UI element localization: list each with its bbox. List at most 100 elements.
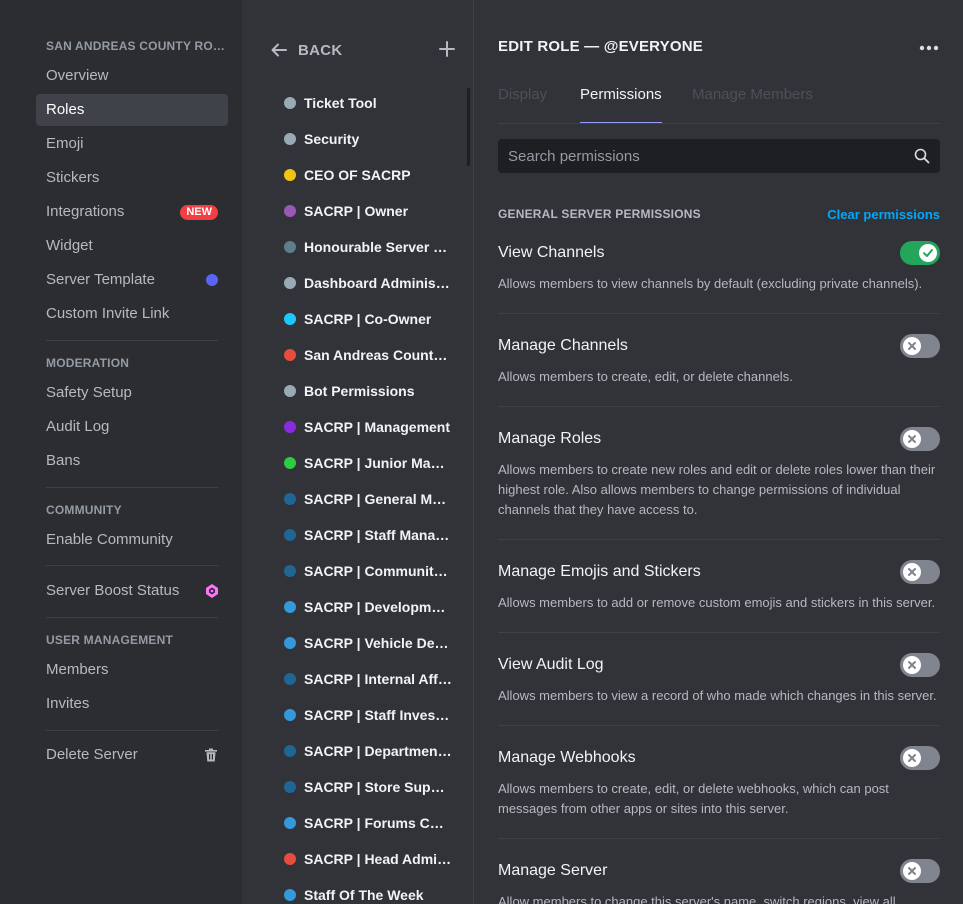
tab-display[interactable]: Display	[498, 86, 547, 124]
role-color-dot	[284, 637, 296, 649]
back-button[interactable]: BACK	[270, 38, 343, 62]
role-color-dot	[284, 709, 296, 721]
server-name-header: SAN ANDREAS COUNTY ROLEPLAY	[46, 39, 226, 53]
role-item[interactable]: SACRP | Store Support	[284, 772, 452, 802]
new-badge: NEW	[180, 205, 218, 220]
x-icon	[908, 754, 916, 762]
role-color-dot	[284, 313, 296, 325]
sidebar-item-audit-log[interactable]: Audit Log	[36, 411, 228, 443]
permission-toggle[interactable]	[900, 241, 940, 265]
roles-panel: BACK Ticket Tool Security CEO OF SACRP SACR…	[242, 0, 474, 904]
role-item[interactable]: San Andreas County Roleplay	[284, 340, 452, 370]
role-name: Security	[304, 131, 360, 147]
permission-name: View Channels	[498, 244, 605, 261]
sidebar-item-delete-server[interactable]: Delete Server	[36, 739, 228, 771]
role-name: SACRP | Forums Coordinator	[304, 815, 452, 831]
role-item[interactable]: Bot Permissions	[284, 376, 452, 406]
role-name: Ticket Tool	[304, 95, 377, 111]
clear-permissions-link[interactable]: Clear permissions	[827, 207, 940, 222]
role-color-dot	[284, 673, 296, 685]
role-item[interactable]: SACRP | Vehicle Developer	[284, 628, 452, 658]
role-color-dot	[284, 601, 296, 613]
sidebar-item-label: Delete Server	[46, 746, 138, 763]
role-item[interactable]: SACRP | Community Manager	[284, 556, 452, 586]
role-item[interactable]: SACRP | Staff Investigator	[284, 700, 452, 730]
tab-permissions[interactable]: Permissions	[580, 86, 662, 124]
permission-toggle[interactable]	[900, 859, 940, 883]
sidebar-item-integrations[interactable]: Integrations NEW	[36, 196, 228, 228]
role-name: Staff Of The Week	[304, 887, 424, 903]
permission-name: Manage Channels	[498, 337, 628, 354]
sidebar-item-label: Overview	[46, 67, 109, 84]
role-item[interactable]: CEO OF SACRP	[284, 160, 452, 190]
role-item[interactable]: Honourable Server Owner	[284, 232, 452, 262]
role-item[interactable]: SACRP | Management	[284, 412, 452, 442]
sidebar-item-emoji[interactable]: Emoji	[36, 128, 228, 160]
sidebar-item-bans[interactable]: Bans	[36, 445, 228, 477]
role-name: SACRP | Management	[304, 419, 451, 435]
role-item[interactable]: SACRP | Forums Coordinator	[284, 808, 452, 838]
sidebar-item-label: Widget	[46, 237, 93, 254]
permission-description: Allows members to add or remove custom e…	[498, 595, 936, 610]
more-options-icon[interactable]	[918, 40, 940, 56]
role-item[interactable]: SACRP | Co-Owner	[284, 304, 452, 334]
x-icon	[908, 867, 916, 875]
role-name: Bot Permissions	[304, 383, 415, 399]
plus-icon[interactable]	[438, 40, 456, 58]
permission-toggle[interactable]	[900, 746, 940, 770]
sidebar-item-custom-invite-link[interactable]: Custom Invite Link	[36, 298, 228, 330]
tab-manage-members[interactable]: Manage Members	[692, 86, 813, 124]
permission-toggle[interactable]	[900, 334, 940, 358]
permission-divider	[498, 406, 940, 407]
role-item[interactable]: SACRP | Owner	[284, 196, 452, 226]
sidebar-divider	[46, 617, 218, 618]
role-item[interactable]: SACRP | Junior Management	[284, 448, 452, 478]
sidebar-item-members[interactable]: Members	[36, 654, 228, 686]
role-name: SACRP | Head Administrator	[304, 851, 452, 867]
role-item[interactable]: Ticket Tool	[284, 88, 452, 118]
sidebar-divider	[46, 565, 218, 566]
role-name: SACRP | Co-Owner	[304, 311, 432, 327]
role-item[interactable]: Security	[284, 124, 452, 154]
role-item[interactable]: SACRP | Head Administrator	[284, 844, 452, 874]
role-item[interactable]: SACRP | Development	[284, 592, 452, 622]
role-color-dot	[284, 781, 296, 793]
sidebar-item-label: Invites	[46, 695, 90, 712]
role-name: Honourable Server Owner	[304, 239, 452, 255]
permission-divider	[498, 632, 940, 633]
role-item[interactable]: SACRP | Staff Manager	[284, 520, 452, 550]
sidebar-item-safety-setup[interactable]: Safety Setup	[36, 377, 228, 409]
sidebar-item-invites[interactable]: Invites	[36, 688, 228, 720]
sidebar-item-enable-community[interactable]: Enable Community	[36, 524, 228, 556]
permission-description: Allow members to change this server's na…	[498, 894, 896, 904]
permission-toggle[interactable]	[900, 560, 940, 584]
sidebar-item-widget[interactable]: Widget	[36, 230, 228, 262]
role-item[interactable]: SACRP | Department Head	[284, 736, 452, 766]
sidebar-item-label: Integrations	[46, 203, 125, 220]
search-input[interactable]	[498, 139, 898, 173]
sidebar-item-overview[interactable]: Overview	[36, 60, 228, 92]
sidebar-item-label: Roles	[46, 101, 85, 118]
tabs-divider	[498, 123, 940, 124]
permission-divider	[498, 539, 940, 540]
role-color-dot	[284, 889, 296, 901]
permission-toggle[interactable]	[900, 427, 940, 451]
search-box[interactable]	[498, 139, 940, 173]
role-color-dot	[284, 133, 296, 145]
role-item[interactable]: SACRP | General Manager	[284, 484, 452, 514]
role-item[interactable]: Staff Of The Week	[284, 880, 452, 904]
sidebar-item-label: Members	[46, 661, 109, 678]
sidebar-item-server-boost-status[interactable]: Server Boost Status	[36, 575, 228, 607]
scrollbar[interactable]	[467, 88, 470, 166]
role-name: SACRP | Community Manager	[304, 563, 452, 579]
sidebar-item-roles[interactable]: Roles	[36, 94, 228, 126]
role-item[interactable]: Dashboard Administrator	[284, 268, 452, 298]
role-item[interactable]: SACRP | Internal Affairs	[284, 664, 452, 694]
sidebar-item-stickers[interactable]: Stickers	[36, 162, 228, 194]
role-name: Dashboard Administrator	[304, 275, 452, 291]
sidebar-item-server-template[interactable]: Server Template	[36, 264, 228, 296]
role-name: SACRP | Internal Affairs	[304, 671, 452, 687]
sidebar-divider	[46, 730, 218, 731]
role-color-dot	[284, 817, 296, 829]
permission-toggle[interactable]	[900, 653, 940, 677]
